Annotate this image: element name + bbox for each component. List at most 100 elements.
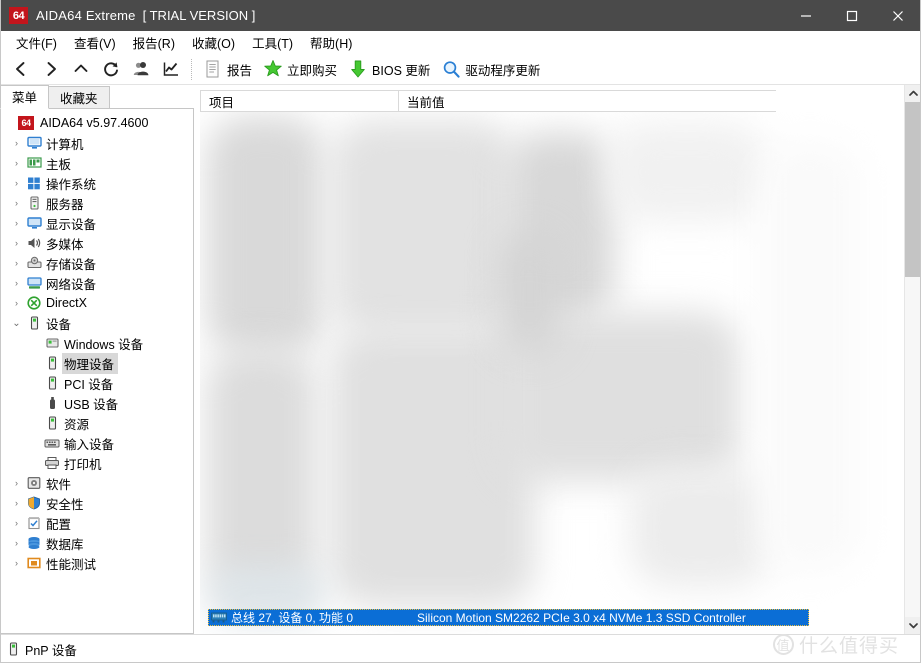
sidebar-item-multimedia[interactable]: › 多媒体	[1, 233, 193, 253]
menu-help[interactable]: 帮助(H)	[302, 31, 361, 54]
motherboard-icon	[24, 156, 44, 170]
tree-root-aida64[interactable]: 64 AIDA64 v5.97.4600	[1, 113, 193, 133]
sidebar-item-label: 资源	[64, 417, 90, 432]
chevron-right-icon[interactable]: ›	[9, 158, 24, 168]
sidebar-item-display[interactable]: › 显示设备	[1, 213, 193, 233]
scroll-down-icon[interactable]	[905, 617, 921, 634]
sidebar-item-input-devices[interactable]: 输入设备	[1, 433, 193, 453]
tree-root-label: AIDA64 v5.97.4600	[40, 116, 149, 130]
sidebar-item-os[interactable]: › 操作系统	[1, 173, 193, 193]
chevron-right-icon[interactable]: ›	[9, 178, 24, 188]
menu-file[interactable]: 文件(F)	[8, 31, 66, 54]
database-icon	[24, 536, 44, 550]
scroll-up-icon[interactable]	[905, 85, 921, 102]
sidebar-item-pci-devices[interactable]: PCI 设备	[1, 373, 193, 393]
chevron-right-icon[interactable]: ›	[9, 218, 24, 228]
sidebar-item-devices[interactable]: ⌄ 设备	[1, 313, 193, 333]
toolbar: 报告 立即购买 BIOS 更新 驱动程序更新	[0, 54, 921, 85]
scrollbar-track[interactable]	[905, 102, 921, 617]
driver-update-search-icon	[440, 58, 462, 80]
sidebar-item-label: 操作系统	[46, 177, 97, 192]
memory-chip-icon	[211, 612, 227, 623]
device-icon	[24, 316, 44, 330]
sidebar-item-physical-devices[interactable]: 物理设备	[1, 352, 193, 374]
chevron-right-icon[interactable]: ›	[9, 198, 24, 208]
menu-bar: 文件(F) 查看(V) 报告(R) 收藏(O) 工具(T) 帮助(H)	[0, 31, 921, 54]
sidebar-item-windows-devices[interactable]: Windows 设备	[1, 333, 193, 353]
bios-update-button-label: BIOS 更新	[372, 63, 431, 78]
aida64-window: 64 AIDA64 Extreme [ TRIAL VERSION ] 文件(F…	[0, 0, 921, 663]
sidebar-item-benchmark[interactable]: › 性能测试	[1, 553, 193, 573]
tab-menu[interactable]: 菜单	[0, 85, 50, 109]
storage-icon	[24, 256, 44, 270]
sidebar-item-server[interactable]: › 服务器	[1, 193, 193, 213]
chevron-right-icon[interactable]: ›	[9, 258, 24, 268]
forward-icon[interactable]	[36, 56, 66, 83]
sidebar-item-storage[interactable]: › 存储设备	[1, 253, 193, 273]
menu-tools[interactable]: 工具(T)	[244, 31, 302, 54]
sidebar-item-label: 打印机	[64, 457, 102, 472]
close-button[interactable]	[875, 0, 921, 31]
sidebar-item-printers[interactable]: 打印机	[1, 453, 193, 473]
speaker-icon	[24, 236, 44, 250]
column-header-item[interactable]: 项目	[201, 91, 399, 111]
status-bar: PnP 设备	[0, 634, 921, 663]
sidebar-item-software[interactable]: › 软件	[1, 473, 193, 493]
vertical-scrollbar[interactable]	[904, 85, 921, 634]
sidebar-item-resources[interactable]: 资源	[1, 413, 193, 433]
sidebar-item-directx[interactable]: › DirectX	[1, 293, 193, 313]
toolbar-separator	[191, 58, 192, 80]
sidebar-item-security[interactable]: › 安全性	[1, 493, 193, 513]
network-icon	[24, 276, 44, 290]
driver-update-button[interactable]: 驱动程序更新	[437, 56, 547, 83]
sidebar-item-config[interactable]: › 配置	[1, 513, 193, 533]
chevron-down-icon[interactable]: ⌄	[9, 318, 24, 329]
main-body: 菜单 收藏夹 64 AIDA64 v5.97.4600 › 计算机 › 主板 ›…	[0, 85, 921, 634]
chevron-right-icon[interactable]: ›	[9, 538, 24, 548]
menu-favorite[interactable]: 收藏(O)	[184, 31, 244, 54]
maximize-button[interactable]	[829, 0, 875, 31]
device-list[interactable]: 总线 27, 设备 0, 功能 0 Silicon Motion SM2262 …	[200, 112, 921, 634]
buy-now-button[interactable]: 立即购买	[259, 56, 344, 83]
sidebar-item-computer[interactable]: › 计算机	[1, 133, 193, 153]
chevron-right-icon[interactable]: ›	[9, 138, 24, 148]
menu-report[interactable]: 报告(R)	[125, 31, 184, 54]
navigation-tree: 64 AIDA64 v5.97.4600 › 计算机 › 主板 › 操作系统 ›…	[1, 109, 193, 573]
shield-icon	[24, 496, 44, 510]
bios-update-button[interactable]: BIOS 更新	[344, 56, 437, 83]
chart-icon[interactable]	[156, 56, 186, 83]
chevron-right-icon[interactable]: ›	[9, 238, 24, 248]
window-title: AIDA64 Extreme	[36, 8, 136, 23]
chevron-right-icon[interactable]: ›	[9, 478, 24, 488]
column-header-value[interactable]: 当前值	[399, 91, 776, 111]
user-icon[interactable]	[126, 56, 156, 83]
chevron-right-icon[interactable]: ›	[9, 558, 24, 568]
windows-device-icon	[42, 336, 62, 350]
sidebar-item-network[interactable]: › 网络设备	[1, 273, 193, 293]
chevron-right-icon[interactable]: ›	[9, 298, 24, 308]
refresh-icon[interactable]	[96, 56, 126, 83]
tab-favorites[interactable]: 收藏夹	[48, 86, 110, 109]
config-icon	[24, 516, 44, 530]
menu-view[interactable]: 查看(V)	[66, 31, 125, 54]
chevron-right-icon[interactable]: ›	[9, 498, 24, 508]
windows-icon	[24, 176, 44, 190]
sidebar-item-database[interactable]: › 数据库	[1, 533, 193, 553]
sidebar-item-label: 输入设备	[64, 437, 115, 452]
chevron-right-icon[interactable]: ›	[9, 278, 24, 288]
scrollbar-thumb[interactable]	[905, 102, 921, 278]
sidebar-item-label: 物理设备	[62, 352, 119, 374]
sidebar-item-label: DirectX	[46, 296, 87, 310]
sidebar-tabs: 菜单 收藏夹	[0, 85, 194, 109]
sidebar-item-motherboard[interactable]: › 主板	[1, 153, 193, 173]
selected-device-row[interactable]: 总线 27, 设备 0, 功能 0 Silicon Motion SM2262 …	[208, 609, 809, 626]
minimize-button[interactable]	[783, 0, 829, 31]
sidebar-item-label: 设备	[46, 317, 72, 332]
sidebar-item-usb-devices[interactable]: USB 设备	[1, 393, 193, 413]
chevron-right-icon[interactable]: ›	[9, 518, 24, 528]
report-button[interactable]: 报告	[199, 56, 259, 83]
back-icon[interactable]	[6, 56, 36, 83]
keyboard-icon	[42, 436, 62, 450]
sidebar-item-label: 网络设备	[46, 277, 97, 292]
up-icon[interactable]	[66, 56, 96, 83]
